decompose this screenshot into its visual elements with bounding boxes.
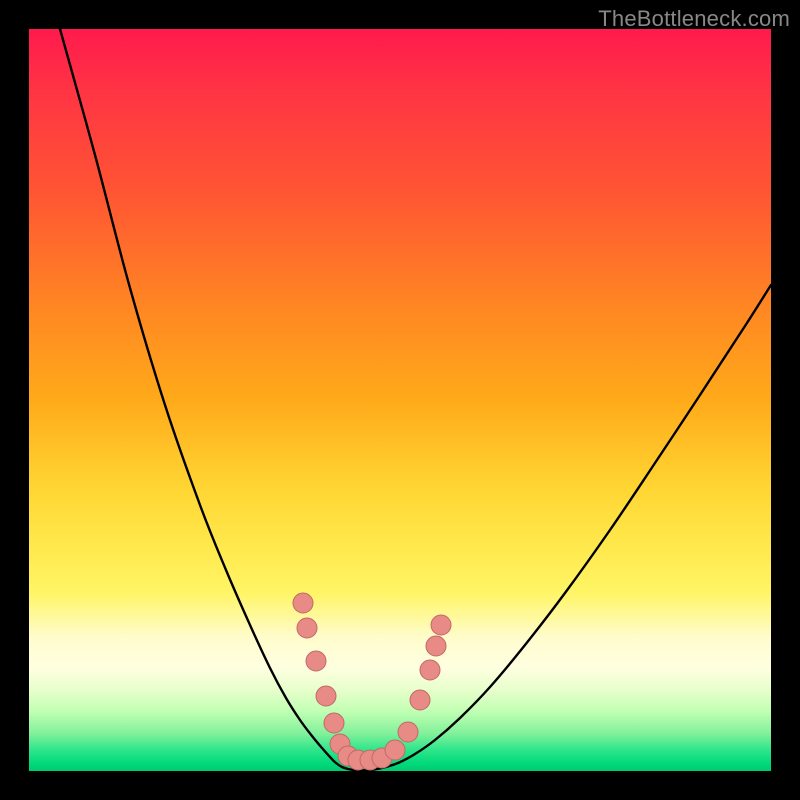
data-marker: [293, 593, 313, 613]
data-marker: [306, 651, 326, 671]
data-marker: [420, 660, 440, 680]
data-marker: [324, 713, 344, 733]
data-marker: [426, 636, 446, 656]
chart-svg: [0, 0, 800, 800]
bottleneck-curve: [60, 29, 771, 771]
data-marker: [385, 740, 405, 760]
data-marker: [431, 615, 451, 635]
data-marker: [398, 722, 418, 742]
data-marker: [297, 618, 317, 638]
data-marker: [410, 690, 430, 710]
data-marker: [316, 686, 336, 706]
